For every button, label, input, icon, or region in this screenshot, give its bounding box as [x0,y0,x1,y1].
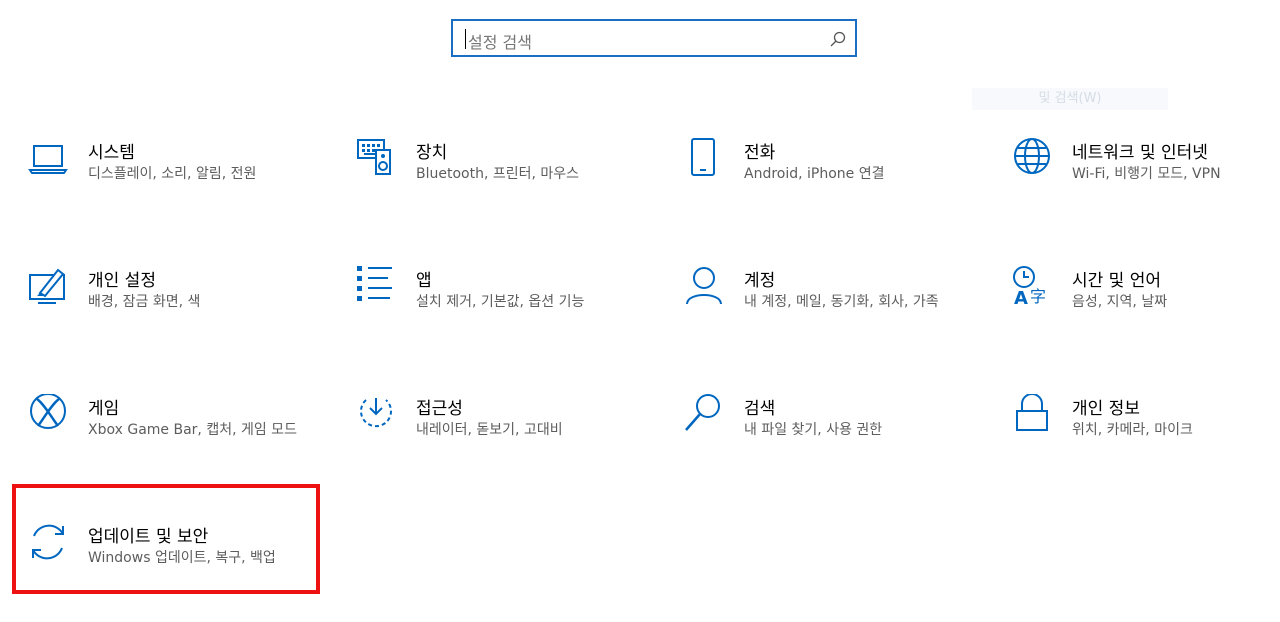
tile-description: 음성, 지역, 날짜 [1072,294,1168,310]
tile-apps[interactable]: 앱 설치 제거, 기본값, 옵션 기능 [356,266,656,366]
tile-gaming[interactable]: 게임 Xbox Game Bar, 캡처, 게임 모드 [28,394,328,494]
tile-title: 계정 [744,271,776,291]
tile-title: 검색 [744,399,776,419]
tile-title: 개인 정보 [1072,399,1140,419]
tile-accounts[interactable]: 계정 내 계정, 메일, 동기화, 회사, 가족 [684,266,984,366]
tile-description: 위치, 카메라, 마이크 [1072,422,1193,438]
tile-system[interactable]: 시스템 디스플레이, 소리, 알림, 전원 [28,138,328,238]
tile-title: 시스템 [88,143,135,163]
lock-icon [1012,394,1056,438]
svg-text:A: A [1014,288,1028,309]
magnifier-icon [830,31,846,47]
tile-title: 개인 설정 [88,271,156,291]
text-caret [465,29,466,49]
tile-title: 장치 [416,143,448,163]
tile-devices[interactable]: 장치 Bluetooth, 프린터, 마우스 [356,138,656,238]
tile-privacy[interactable]: 개인 정보 위치, 카메라, 마이크 [1012,394,1280,494]
tile-title: 앱 [416,271,432,291]
tile-description: 내 계정, 메일, 동기화, 회사, 가족 [744,294,939,310]
tile-description: Xbox Game Bar, 캡처, 게임 모드 [88,422,297,438]
tile-phone[interactable]: 전화 Android, iPhone 연결 [684,138,984,238]
search-placeholder: 설정 검색 [468,33,532,52]
phone-icon [684,138,728,182]
tile-description: 내 파일 찾기, 사용 권한 [744,422,883,438]
highlight-box [12,484,320,594]
tile-description: 내레이터, 돋보기, 고대비 [416,422,563,438]
globe-icon [1012,138,1056,182]
tile-description: Bluetooth, 프린터, 마우스 [416,166,580,182]
tile-personalization[interactable]: 개인 설정 배경, 잠금 화면, 색 [28,266,328,366]
tile-title: 접근성 [416,399,463,419]
tile-description: 배경, 잠금 화면, 색 [88,294,201,310]
tile-title: 네트워크 및 인터넷 [1072,143,1208,163]
tile-description: 디스플레이, 소리, 알림, 전원 [88,166,257,182]
tile-description: Android, iPhone 연결 [744,166,885,182]
personalization-icon [28,266,72,310]
devices-icon [356,138,400,182]
tile-description: Wi-Fi, 비행기 모드, VPN [1072,166,1221,182]
tile-title: 전화 [744,143,776,163]
time-language-icon: A字 [1012,266,1056,310]
tile-network-internet[interactable]: 네트워크 및 인터넷 Wi-Fi, 비행기 모드, VPN [1012,138,1280,238]
apps-list-icon [356,266,400,310]
tile-ease-of-access[interactable]: 접근성 내레이터, 돋보기, 고대비 [356,394,656,494]
svg-text:字: 字 [1030,287,1046,306]
ghost-tooltip: 및 검색(W) [972,88,1168,110]
ease-of-access-icon [356,394,400,438]
xbox-icon [28,394,72,438]
tile-description: 설치 제거, 기본값, 옵션 기능 [416,294,585,310]
person-icon [684,266,728,310]
settings-search-box[interactable]: 설정 검색 [451,19,857,57]
tile-time-language[interactable]: A字 시간 및 언어 음성, 지역, 날짜 [1012,266,1280,366]
search-icon [684,394,728,438]
tile-search[interactable]: 검색 내 파일 찾기, 사용 권한 [684,394,984,494]
laptop-icon [28,138,72,182]
tile-title: 시간 및 언어 [1072,271,1162,291]
tile-title: 게임 [88,399,120,419]
